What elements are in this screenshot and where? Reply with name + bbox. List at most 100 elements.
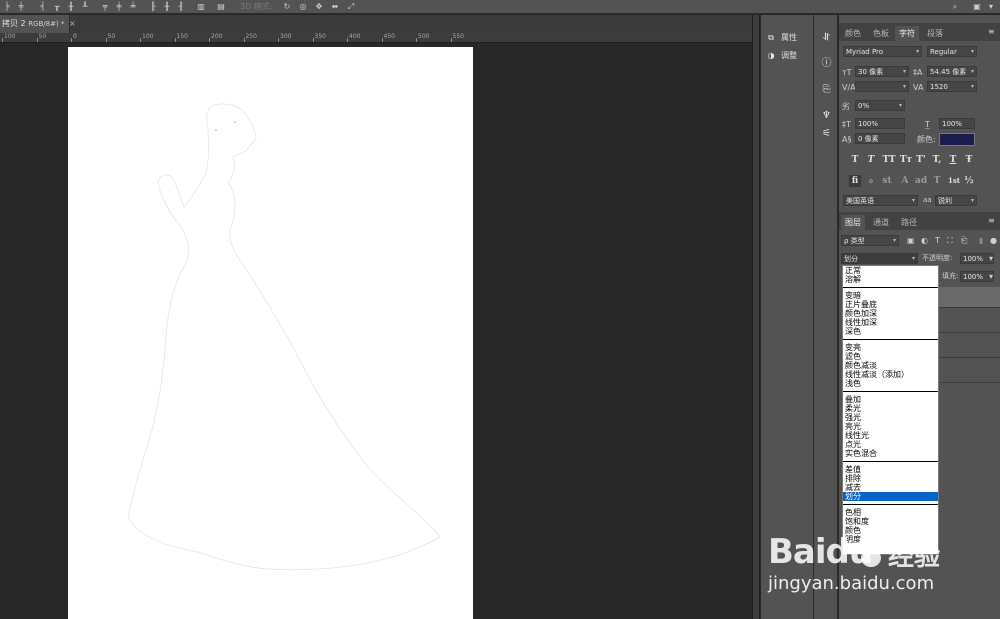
align-left-icon[interactable]: ╞ <box>2 2 12 11</box>
blend-mode-option[interactable]: 深色 <box>843 327 938 336</box>
blend-mode-option[interactable]: 滤色 <box>843 352 938 361</box>
ordinals-button[interactable]: 1st <box>947 175 961 187</box>
tab-layers[interactable]: 图层 <box>841 215 865 230</box>
pixel-filter-icon[interactable]: ▣ <box>907 235 915 246</box>
font-size-field[interactable]: 30 像素 ▾ <box>855 66 909 77</box>
tracking-field[interactable]: 1520 ▾ <box>927 81 977 92</box>
blend-mode-option[interactable]: 点光 <box>843 440 938 449</box>
workspace-icon[interactable]: ▣ <box>972 2 982 11</box>
discretionary-ligatures-button[interactable]: ℴ <box>865 175 877 187</box>
blend-mode-option[interactable]: 色相 <box>843 508 938 517</box>
distribute-hcenter-icon[interactable]: ╫ <box>162 2 172 11</box>
layer-row[interactable] <box>939 362 1000 383</box>
ordinals-alt-button[interactable]: T <box>931 175 943 187</box>
blend-mode-option[interactable]: 减去 <box>843 483 938 492</box>
small-caps-button[interactable]: Tт <box>899 154 913 166</box>
align-bottom-icon[interactable]: ╨ <box>80 2 90 11</box>
document-canvas[interactable] <box>68 47 473 619</box>
faux-italic-button[interactable]: T <box>865 154 877 166</box>
horizontal-ruler[interactable]: 100 50 0 50 100 150 200 250 300 350 400 450 500 550 <box>0 33 752 43</box>
align-top-icon[interactable]: ╥ <box>52 2 62 11</box>
blend-mode-option[interactable]: 亮光 <box>843 422 938 431</box>
smart-object-filter-icon[interactable]: ⎗ <box>961 235 967 246</box>
tab-character[interactable]: 字符 <box>895 26 919 41</box>
language-select[interactable]: 美国英语 ▾ <box>843 195 918 206</box>
faux-bold-button[interactable]: T <box>849 154 861 166</box>
horizontal-scale-field[interactable]: 100% <box>939 118 975 129</box>
clone-source-icon[interactable]: ⎘ <box>820 83 833 96</box>
align-vcenter-icon[interactable]: ╫ <box>66 2 76 11</box>
layer-filter-kind-select[interactable]: ρ 类型 ▾ <box>841 235 899 246</box>
distribute-vcenter-icon[interactable]: ╪ <box>114 2 124 11</box>
close-icon[interactable]: × <box>69 19 76 28</box>
align-hcenter-icon[interactable]: ╪ <box>16 2 26 11</box>
3d-roll-icon[interactable]: ◎ <box>298 2 308 11</box>
brush-presets-icon[interactable]: ♆ <box>820 109 833 122</box>
ligatures-button[interactable]: fi <box>849 175 861 187</box>
proportional-spacing-field[interactable]: 0% ▾ <box>855 100 905 111</box>
panel-menu-icon[interactable]: ≡ <box>988 27 996 36</box>
adjustment-filter-icon[interactable]: ◐ <box>921 235 928 246</box>
shape-filter-icon[interactable]: ⛶ <box>947 235 953 246</box>
distribute-right-icon[interactable]: ╢ <box>176 2 186 11</box>
distribute-left-icon[interactable]: ╟ <box>148 2 158 11</box>
layer-row[interactable] <box>939 337 1000 358</box>
blend-mode-option[interactable]: 颜色加深 <box>843 309 938 318</box>
panel-divider[interactable] <box>752 15 760 619</box>
info-icon[interactable]: ⓘ <box>820 57 833 70</box>
blend-mode-option[interactable]: 颜色减淡 <box>843 361 938 370</box>
chevron-down-icon[interactable]: ▾ <box>989 271 993 282</box>
blend-mode-option[interactable]: 变暗 <box>843 291 938 300</box>
blend-mode-option[interactable]: 溶解 <box>843 275 938 284</box>
panel-menu-icon[interactable]: ≡ <box>988 216 996 225</box>
blend-mode-option[interactable]: 正常 <box>843 266 938 275</box>
adjust-button[interactable]: ◑ 调整 <box>765 49 811 63</box>
document-tab[interactable]: 拷贝 2 RGB/8#) * × <box>0 15 76 33</box>
titling-alternates-button[interactable]: ad <box>915 175 927 187</box>
align-right-icon[interactable]: ╡ <box>38 2 48 11</box>
search-icon[interactable]: ⌕ <box>950 2 960 11</box>
vertical-scale-field[interactable]: 100% <box>855 118 905 129</box>
blend-mode-option[interactable]: 线性减淡（添加） <box>843 370 938 379</box>
leading-field[interactable]: 54.45 像素 ▾ <box>927 66 977 77</box>
blend-mode-option[interactable]: 浅色 <box>843 379 938 388</box>
distribute-bottom-icon[interactable]: ╧ <box>128 2 138 11</box>
3d-rotate-icon[interactable]: ↻ <box>282 2 292 11</box>
layer-row[interactable] <box>939 287 1000 308</box>
auto-align-icon[interactable]: ▥ <box>196 2 206 11</box>
font-family-select[interactable]: Myriad Pro ▾ <box>843 46 922 57</box>
blend-mode-option[interactable]: 饱和度 <box>843 517 938 526</box>
blend-mode-option[interactable]: 线性光 <box>843 431 938 440</box>
history-icon[interactable]: ⥯ <box>820 31 833 44</box>
fractions-button[interactable]: ½ <box>963 175 975 187</box>
blend-mode-option[interactable]: 变亮 <box>843 343 938 352</box>
tab-swatches[interactable]: 色板 <box>869 26 893 41</box>
antialias-select[interactable]: 锐利 ▾ <box>935 195 977 206</box>
font-style-select[interactable]: Regular ▾ <box>927 46 977 57</box>
blend-mode-option[interactable]: 强光 <box>843 413 938 422</box>
tool-presets-icon[interactable]: ⚟ <box>820 127 833 140</box>
all-caps-button[interactable]: TT <box>881 154 897 166</box>
distribute-top-icon[interactable]: ╤ <box>100 2 110 11</box>
swash-button[interactable]: st <box>881 175 893 187</box>
baseline-shift-field[interactable]: 0 像素 <box>855 133 905 144</box>
chevron-down-icon[interactable]: ▾ <box>989 253 993 264</box>
tab-paths[interactable]: 路径 <box>897 215 921 230</box>
blend-mode-option[interactable]: 差值 <box>843 465 938 474</box>
blend-mode-option[interactable]: 柔光 <box>843 404 938 413</box>
blend-mode-option[interactable]: 叠加 <box>843 395 938 404</box>
3d-slide-icon[interactable]: ⬌ <box>330 2 340 11</box>
text-color-swatch[interactable] <box>939 133 975 146</box>
blend-mode-option[interactable]: 正片叠底 <box>843 300 938 309</box>
auto-align-layers-icon[interactable]: ▤ <box>216 2 226 11</box>
filter-toggle-icon[interactable]: ▮ <box>979 235 983 246</box>
3d-drag-icon[interactable]: ✥ <box>314 2 324 11</box>
properties-button[interactable]: ⧉ 属性 <box>765 31 811 45</box>
3d-scale-icon[interactable]: ⤢ <box>346 2 356 11</box>
blend-mode-option[interactable]: 划分 <box>843 492 938 501</box>
type-filter-icon[interactable]: T <box>935 235 940 246</box>
blend-mode-select[interactable]: 划分 ▾ <box>841 253 918 264</box>
blend-mode-option[interactable]: 线性加深 <box>843 318 938 327</box>
subscript-button[interactable]: T, <box>931 154 943 166</box>
blend-mode-option[interactable]: 实色混合 <box>843 449 938 458</box>
